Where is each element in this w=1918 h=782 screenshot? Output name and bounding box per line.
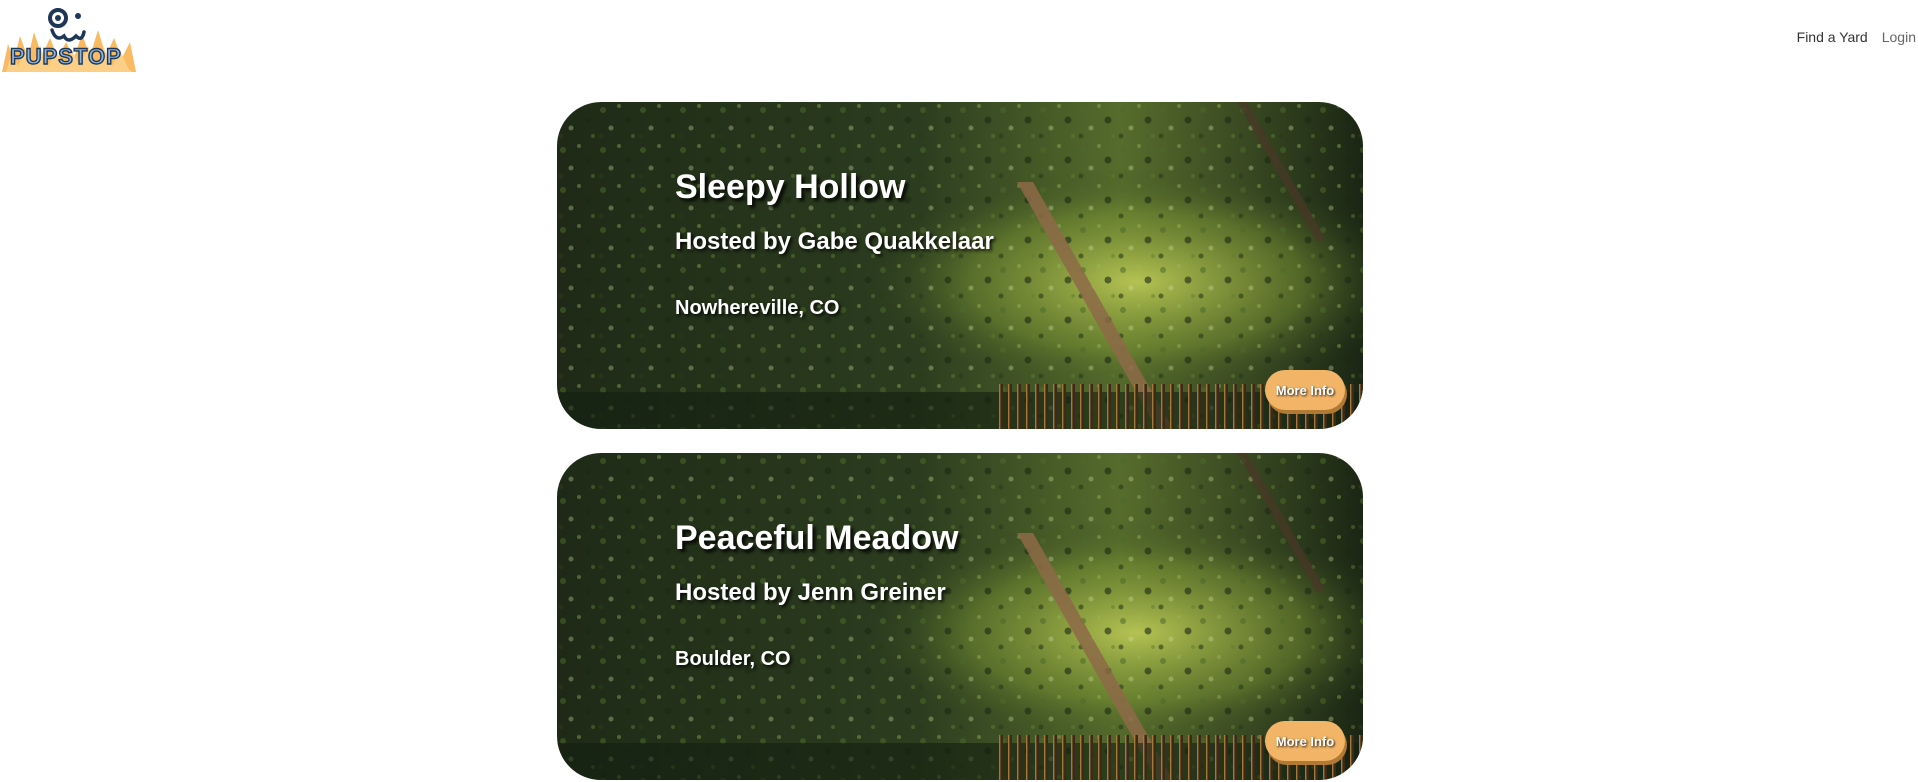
top-nav: Find a Yard Login xyxy=(1797,29,1916,45)
yard-host: Hosted by Gabe Quakkelaar xyxy=(675,228,994,255)
yard-photo xyxy=(557,102,1363,429)
yard-location: Boulder, CO xyxy=(675,648,791,670)
yard-name: Peaceful Meadow xyxy=(675,519,959,557)
find-yard-link[interactable]: Find a Yard xyxy=(1797,29,1868,45)
yard-location: Nowhereville, CO xyxy=(675,297,840,319)
more-info-button[interactable]: More Info xyxy=(1265,721,1345,761)
more-info-button[interactable]: More Info xyxy=(1265,370,1345,410)
dog-face-icon xyxy=(48,8,86,42)
site-header: PUPSTOP Find a Yard Login xyxy=(0,0,1918,72)
login-link[interactable]: Login xyxy=(1882,29,1916,45)
yard-name: Sleepy Hollow xyxy=(675,168,906,206)
yard-card: Peaceful Meadow Hosted by Jenn Greiner B… xyxy=(557,453,1363,780)
yard-photo xyxy=(557,453,1363,780)
logo-wordmark: PUPSTOP xyxy=(9,44,122,69)
yard-host: Hosted by Jenn Greiner xyxy=(675,579,946,606)
yard-card: Sleepy Hollow Hosted by Gabe Quakkelaar … xyxy=(557,102,1363,429)
pupstop-logo[interactable]: PUPSTOP xyxy=(2,4,136,72)
